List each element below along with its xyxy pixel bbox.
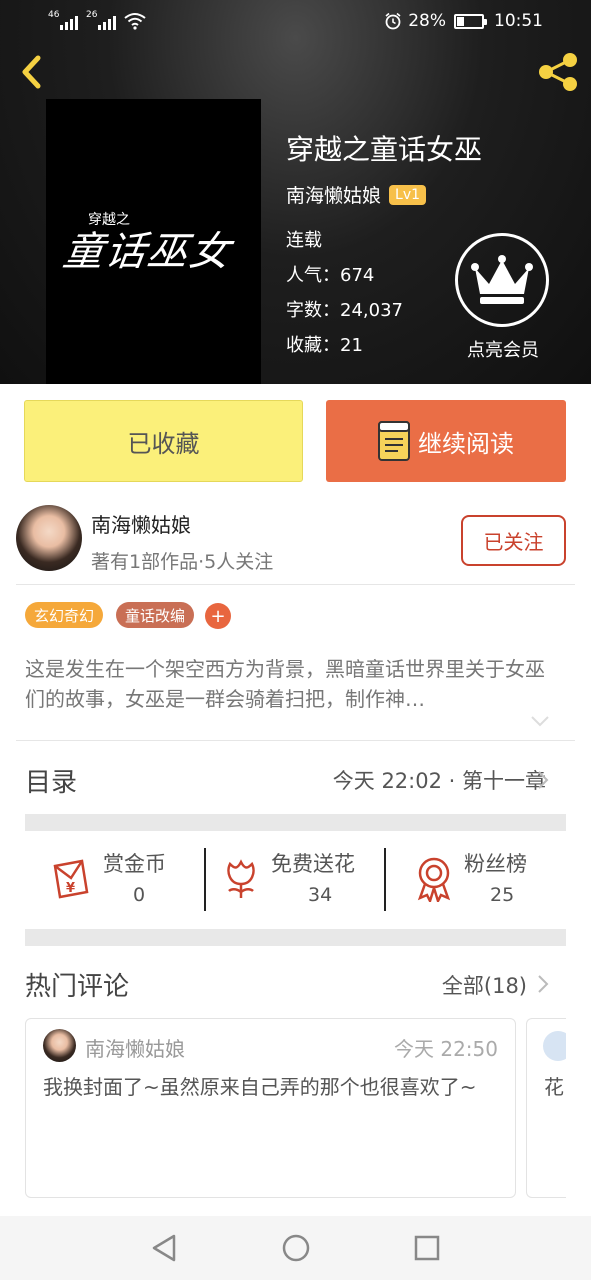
red-envelope-yen-icon: ¥ — [53, 859, 89, 899]
continue-reading-button[interactable]: 继续阅读 — [326, 400, 566, 482]
avatar — [543, 1031, 566, 1061]
recents-square-icon[interactable] — [413, 1234, 441, 1262]
wifi-icon — [124, 13, 146, 30]
status-bar: 46 26 28% 10:51 — [0, 0, 591, 46]
avatar[interactable] — [43, 1029, 76, 1062]
popularity: 人气：674 — [286, 265, 375, 286]
crown-icon — [471, 255, 533, 304]
favorited-button[interactable]: 已收藏 — [24, 400, 303, 482]
book-detail-content: 已收藏 继续阅读 南海懒姑娘 著有1部作品·5人关注 已关注 玄幻奇幻 童话改编… — [0, 384, 591, 1216]
fan-ranking-stat[interactable]: 粉丝榜 25 — [414, 846, 564, 912]
comment-card[interactable]: 南海懒姑娘 今天 22:50 我换封面了~虽然原来自己弄的那个也很喜欢了~ — [25, 1018, 516, 1198]
chevron-down-icon[interactable] — [530, 714, 550, 728]
divider — [16, 740, 575, 741]
tag-fairytale-adaptation[interactable]: 童话改编 — [116, 602, 195, 628]
word-count: 字数：24,037 — [286, 300, 403, 321]
medal-icon — [417, 857, 451, 902]
hot-comments-label: 热门评论 — [25, 972, 130, 1002]
back-triangle-icon[interactable] — [150, 1233, 178, 1263]
section-separator — [25, 814, 566, 831]
continue-reading-label: 继续阅读 — [418, 429, 514, 458]
book-header: 46 26 28% 10:51 穿越之 童话巫女 穿越之童话女巫 南海懒姑娘 L… — [0, 0, 591, 384]
toc-latest-chapter[interactable]: 今天 22:02 · 第十一章 — [333, 765, 546, 795]
reward-coins-label: 赏金币 — [103, 852, 166, 876]
divider — [16, 584, 575, 585]
reward-coins-value: 0 — [133, 884, 146, 906]
author-card-summary: 著有1部作品·5人关注 — [91, 551, 274, 573]
chevron-right-icon[interactable] — [537, 974, 549, 994]
reward-coins-stat[interactable]: ¥ 赏金币 0 — [48, 846, 198, 912]
follow-button[interactable]: 已关注 — [461, 515, 566, 566]
author-name[interactable]: 南海懒姑娘 — [286, 181, 381, 208]
signal-icon: 46 — [48, 10, 78, 30]
battery-icon — [454, 13, 487, 29]
book-icon — [378, 421, 410, 461]
stat-divider — [384, 848, 386, 911]
author-avatar[interactable] — [16, 505, 82, 571]
stat-divider — [204, 848, 206, 911]
comment-text: 花 — [544, 1075, 564, 1099]
free-flowers-stat[interactable]: 免费送花 34 — [222, 846, 382, 912]
book-title: 穿越之童话女巫 — [286, 133, 483, 166]
cover-title: 童话巫女 — [60, 229, 235, 275]
svg-text:¥: ¥ — [66, 881, 75, 896]
home-circle-icon[interactable] — [281, 1233, 311, 1263]
battery-percent: 28% — [408, 11, 446, 31]
chevron-right-icon[interactable] — [537, 770, 549, 790]
signal-icon: 26 — [86, 10, 116, 30]
tag-fantasy[interactable]: 玄幻奇幻 — [25, 602, 104, 628]
comment-text: 我换封面了~虽然原来自己弄的那个也很喜欢了~ — [43, 1075, 477, 1099]
author-card-name[interactable]: 南海懒姑娘 — [91, 509, 191, 538]
vip-button[interactable] — [455, 233, 549, 327]
free-flowers-label: 免费送花 — [271, 852, 355, 876]
level-badge: Lv1 — [389, 184, 427, 205]
fan-ranking-label: 粉丝榜 — [464, 852, 527, 876]
book-cover[interactable]: 穿越之 童话巫女 — [46, 99, 261, 384]
share-icon[interactable] — [534, 48, 582, 96]
book-description[interactable]: 这是发生在一个架空西方为背景，黑暗童话世界里关于女巫们的故事，女巫是一群会骑着扫… — [25, 654, 557, 714]
add-tag-button[interactable]: + — [205, 603, 231, 629]
section-separator — [25, 929, 566, 946]
free-flowers-value: 34 — [308, 884, 333, 906]
network-type-label: 46 — [48, 10, 60, 20]
serial-status: 连载 — [286, 230, 322, 251]
network-type-label: 26 — [86, 10, 98, 20]
back-button[interactable] — [14, 50, 50, 94]
comment-username[interactable]: 南海懒姑娘 — [85, 1033, 185, 1062]
vip-label[interactable]: 点亮会员 — [460, 336, 546, 362]
comment-time: 今天 22:50 — [394, 1037, 498, 1061]
flower-icon — [227, 859, 255, 898]
author-line[interactable]: 南海懒姑娘 Lv1 — [286, 181, 427, 208]
comment-card[interactable]: 花 — [526, 1018, 566, 1198]
clock: 10:51 — [494, 11, 543, 31]
all-comments-link[interactable]: 全部(18) — [442, 970, 527, 1000]
toc-label[interactable]: 目录 — [25, 762, 77, 799]
alarm-icon — [385, 12, 401, 30]
navigation-bar — [0, 1216, 591, 1280]
favorite-count: 收藏：21 — [286, 335, 363, 356]
fan-ranking-value: 25 — [490, 884, 515, 906]
